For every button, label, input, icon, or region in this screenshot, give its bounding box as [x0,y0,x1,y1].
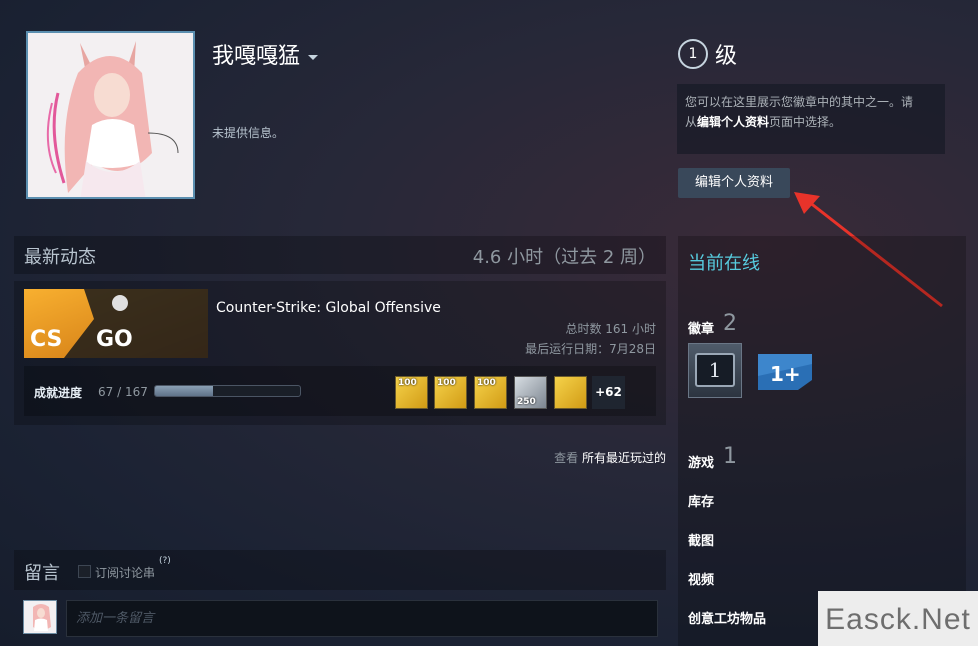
badge-hint-pre: 从 [685,115,698,129]
csgo-logo-go: GO [96,327,133,352]
achievement-icon[interactable]: 100 [474,376,507,409]
comments-title: 留言 [24,563,60,584]
inventory-link[interactable]: 库存 [688,491,714,510]
badges-count: 2 [723,311,737,336]
commenter-avatar-illustration [24,601,56,633]
csgo-logo: CS GO [24,289,208,358]
view-all-prefix: 查看 [554,451,582,465]
badge-level-icon[interactable]: 1 [688,343,742,398]
view-all-recent: 查看 所有最近玩过的 [554,449,666,466]
videos-link[interactable]: 视频 [688,569,714,588]
game-capsule-image[interactable]: CS GO [24,289,208,358]
achievement-more-button[interactable]: +62 [592,376,625,409]
avatar-illustration [28,33,193,197]
game-last-played: 最后运行日期：7月28日 [525,342,656,356]
help-icon[interactable]: (?) [159,556,171,566]
badges-link[interactable]: 徽章 [688,318,714,337]
games-count: 1 [723,444,737,469]
badge-hint-line1: 您可以在这里展示您徽章中的其中之一。请 [685,95,914,109]
achievement-icon[interactable]: 250 [514,376,547,409]
years-service-badge-text: 1+ [770,362,801,386]
online-status: 当前在线 [688,253,760,274]
achievement-icon-number: 100 [398,378,417,388]
view-all-recent-link[interactable]: 所有最近玩过的 [582,451,666,465]
comment-input[interactable] [66,600,658,637]
profile-avatar [26,31,195,199]
csgo-logo-cs: CS [30,327,62,352]
chevron-down-icon[interactable] [308,54,319,60]
recent-activity-title: 最新动态 [24,247,96,268]
profile-username[interactable]: 我嘎嘎猛 [212,38,319,70]
edit-profile-button[interactable]: 编辑个人资料 [678,168,790,198]
badge-hint-post: 页面中选择。 [769,115,842,129]
level-badge: 1 [678,39,708,69]
badge-hint-edit-profile: 编辑个人资料 [697,115,770,129]
watermark: Easck.Net [818,591,978,646]
achievement-icon[interactable] [554,376,587,409]
achievement-icon[interactable]: 100 [434,376,467,409]
subscribe-checkbox[interactable] [78,565,91,578]
achievement-icon[interactable]: 100 [395,376,428,409]
game-name-link[interactable]: Counter-Strike: Global Offensive [216,300,441,316]
achievement-progress-meter [154,385,301,397]
screenshots-link[interactable]: 截图 [688,530,714,549]
recent-playtime: 4.6 小时（过去 2 周） [472,247,656,268]
achievement-count: 67 / 167 [98,385,148,399]
games-link[interactable]: 游戏 [688,452,714,471]
workshop-link[interactable]: 创意工坊物品 [688,608,766,627]
badge-hint: 您可以在这里展示您徽章中的其中之一。请 从编辑个人资料页面中选择。 [677,84,945,154]
game-total-hours: 总时数 161 小时 [565,322,656,336]
achievement-icon-number: 250 [517,397,536,407]
level-label: 级 [715,44,738,69]
subscribe-label[interactable]: 订阅讨论串 [95,564,155,581]
profile-summary: 未提供信息。 [212,126,285,140]
years-service-badge-icon[interactable]: 1+ [758,354,812,390]
profile-sidebar [678,236,966,646]
badge-level-value: 1 [695,353,735,387]
achievement-progress-fill [155,386,213,396]
username-text: 我嘎嘎猛 [212,44,301,69]
achievement-progress-label[interactable]: 成就进度 [34,384,82,401]
achievement-icon-number: 100 [477,378,496,388]
achievement-icon-number: 100 [437,378,456,388]
commenter-avatar [23,600,57,634]
